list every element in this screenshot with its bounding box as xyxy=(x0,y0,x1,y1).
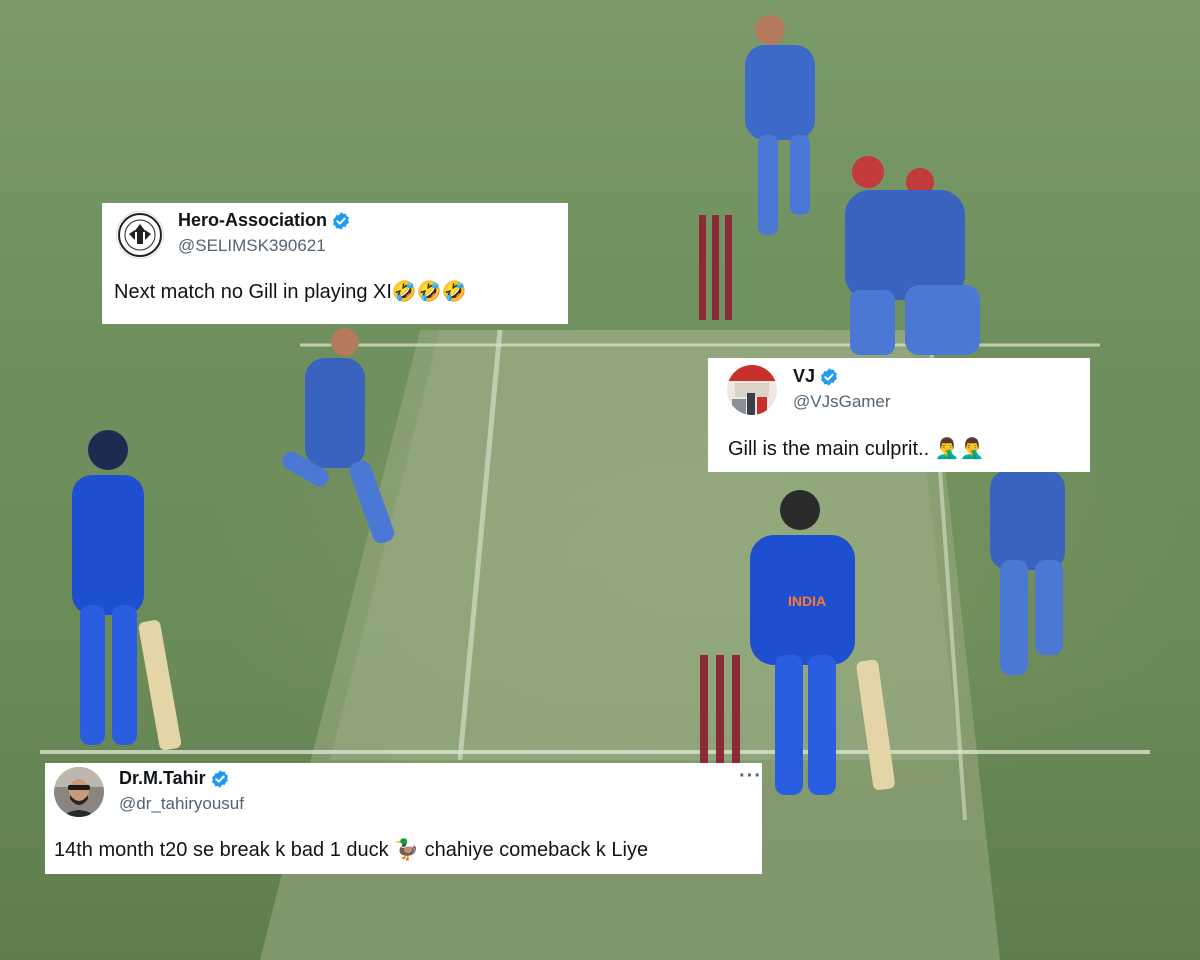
author-handle[interactable]: @SELIMSK390621 xyxy=(178,236,326,256)
verified-badge-icon xyxy=(333,211,349,230)
tweet-text: Gill is the main culprit.. 🤦‍♂️🤦‍♂️ xyxy=(728,438,985,460)
profile-photo-icon[interactable] xyxy=(54,767,104,817)
author-handle[interactable]: @VJsGamer xyxy=(793,392,891,412)
player-batsman-left xyxy=(72,430,182,751)
author-name[interactable]: VJ xyxy=(793,366,815,387)
verified-badge-icon xyxy=(821,367,837,386)
tweet-card-hero-association[interactable]: Hero-Association @SELIMSK390621 Next mat… xyxy=(102,203,568,324)
author-name[interactable]: Hero-Association xyxy=(178,210,327,231)
more-options-icon[interactable]: ··· xyxy=(739,765,762,788)
verified-badge-icon xyxy=(211,769,228,788)
tweet-text: 14th month t20 se break k bad 1 duck 🦆 c… xyxy=(54,839,649,861)
author-name-row[interactable]: Dr.M.Tahir xyxy=(119,768,230,789)
stumps-top xyxy=(699,215,732,320)
author-name-row[interactable]: VJ xyxy=(793,366,839,387)
tweet-card-dr-m-tahir[interactable]: Dr.M.Tahir @dr_tahiryousuf ··· 14th mont… xyxy=(45,763,762,874)
player-keeper xyxy=(845,156,980,355)
author-handle[interactable]: @dr_tahiryousuf xyxy=(119,794,244,814)
player-bowler xyxy=(282,328,395,544)
tweet-text: Next match no Gill in playing XI🤣🤣🤣 xyxy=(114,281,467,303)
author-name-row[interactable]: Hero-Association xyxy=(178,210,351,231)
svg-text:INDIA: INDIA xyxy=(788,593,826,609)
tweet-card-vj[interactable]: VJ @VJsGamer Gill is the main culprit.. … xyxy=(708,358,1090,472)
association-logo-icon[interactable] xyxy=(116,211,164,259)
player-fielder-running-top xyxy=(745,15,815,235)
stumps-bottom xyxy=(700,655,740,765)
author-name[interactable]: Dr.M.Tahir xyxy=(119,768,206,789)
player-fielder-right xyxy=(990,470,1065,675)
gamer-avatar-icon[interactable] xyxy=(727,365,777,415)
